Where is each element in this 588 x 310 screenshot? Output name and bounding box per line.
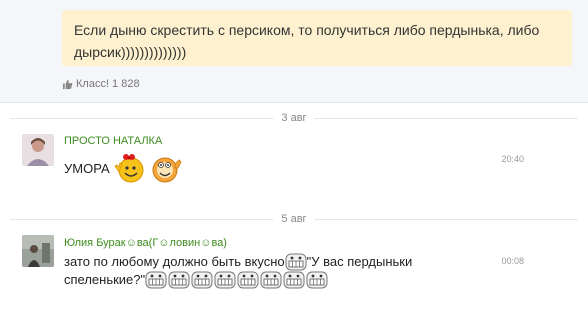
avatar[interactable]: [22, 134, 54, 166]
grin-teeth-icon: [168, 271, 190, 289]
comment-message-part: спеленькие?": [64, 272, 146, 287]
comment-message: УМОРА: [64, 161, 110, 176]
like-count: Класс! 1 828: [76, 78, 140, 90]
grin-teeth-icon: [237, 271, 259, 289]
grin-teeth-icon: [285, 253, 307, 271]
avatar[interactable]: [22, 235, 54, 267]
thumbs-up-icon: [62, 79, 73, 89]
date-label: 3 авг: [273, 111, 315, 125]
post-section: Если дыню скрестить с персиком, то получ…: [0, 0, 588, 103]
victory-smiley-icon: [114, 154, 144, 183]
comment-author[interactable]: Юлия Бурак☺ва(Г☺ловин☺ва): [64, 237, 227, 249]
comment-message-part: зато по любому должно быть вкусно: [64, 254, 285, 269]
date-separator: 5 авг: [0, 212, 588, 226]
thumbs-up-smiley-icon: [152, 157, 182, 183]
comment-time: 20:40: [501, 154, 524, 164]
grin-teeth-icon: [260, 271, 282, 289]
grin-teeth-icon: [306, 271, 328, 289]
grin-teeth-row: [145, 271, 328, 289]
grin-teeth-icon: [283, 271, 305, 289]
comment-author[interactable]: ПРОСТО НАТАЛКА: [64, 135, 162, 147]
comment-text: зато по любому должно быть вкусно "У вас…: [64, 253, 464, 289]
comment-message-part: "У вас пердыньки: [306, 254, 413, 269]
comment-text: УМОРА: [64, 152, 183, 186]
comment-time: 00:08: [501, 256, 524, 266]
grin-teeth-icon: [145, 271, 167, 289]
date-label: 5 авг: [273, 212, 315, 226]
grin-teeth-icon: [191, 271, 213, 289]
date-separator: 3 авг: [0, 111, 588, 125]
grin-teeth-icon: [214, 271, 236, 289]
post-text: Если дыню скрестить с персиком, то получ…: [74, 22, 540, 60]
like-button[interactable]: Класс! 1 828: [62, 76, 140, 92]
